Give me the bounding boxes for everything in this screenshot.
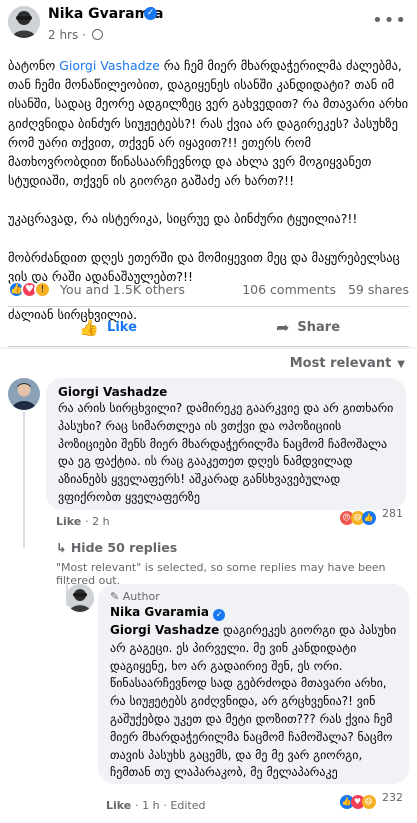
chevron-down-icon: ▼ xyxy=(397,359,405,370)
post-paragraph: უკაცრავად, რა ისტერიკა, სიცრუე და ბინძურ… xyxy=(8,211,358,227)
like-label: Like xyxy=(107,319,137,335)
author-badge-icon: ✎ xyxy=(110,590,120,603)
comments-count[interactable]: 106 comments xyxy=(242,282,336,297)
reply-reactions[interactable]: 👍 ♥ 😄 232 xyxy=(339,791,403,809)
haha-reaction-icon: 😄 xyxy=(361,795,376,809)
reply-reaction-count: 232 xyxy=(382,791,403,804)
post-paragraph: ბატონო Giorgi Vashadze რა ჩემ მიერ მხარდ… xyxy=(8,56,413,190)
more-icon[interactable]: ••• xyxy=(372,10,407,31)
thread-line xyxy=(23,412,25,548)
post-text: ბატონო xyxy=(8,58,60,73)
reply-arrow-icon: ↳ xyxy=(56,540,67,555)
post-meta: 2 hrs · xyxy=(48,28,103,42)
verified-icon: ✓ xyxy=(213,609,226,621)
comment-time[interactable]: 2 h xyxy=(92,515,109,528)
author-badge-label: Author xyxy=(122,590,160,603)
reply-time[interactable]: 1 h xyxy=(142,799,159,812)
verified-icon: ✓ xyxy=(144,7,157,20)
reply-bubble: ✎ Author Nika Gvaramia ✓ Giorgi Vashadze… xyxy=(98,584,409,784)
hide-replies-button[interactable]: ↳ Hide 50 replies xyxy=(56,540,177,555)
comment-meta: Like · 2 h xyxy=(56,515,110,528)
shares-count[interactable]: 59 shares xyxy=(348,282,409,297)
reply-body: დაგირეკეს გიორგი და პასუხი არ გაგეცი. ეს… xyxy=(110,623,397,780)
reactors-count[interactable]: You and 1.5K others xyxy=(60,282,185,297)
engagement-counts: 106 comments 59 shares xyxy=(242,282,409,297)
comment-text: რა არის სირცხვილი? დამირეკე გაარკვიე და … xyxy=(58,401,394,504)
comment-reaction-count: 281 xyxy=(382,507,403,520)
reply-edited[interactable]: Edited xyxy=(170,799,205,812)
share-icon: ➦ xyxy=(275,317,290,337)
section-gap xyxy=(0,347,417,349)
post-text: რა ჩემ მიერ მხარდაჭერილმა ძალებმა, თან ჩ… xyxy=(8,58,409,189)
mention-link[interactable]: Giorgi Vashadze xyxy=(59,58,160,73)
globe-icon xyxy=(91,29,103,40)
post-header: Nika Gvaramia ✓ 2 hrs · ••• xyxy=(0,0,417,52)
reply-like-link[interactable]: Like xyxy=(106,799,131,812)
comment-bubble: Giorgi Vashadze რა არის სირცხვილი? დამირ… xyxy=(46,378,406,510)
hide-replies-label: Hide 50 replies xyxy=(70,540,178,555)
reply-text: Giorgi Vashadze დაგირეკეს გიორგი და პასუ… xyxy=(110,622,399,782)
comment-sort-dropdown[interactable]: Most relevant ▼ xyxy=(290,356,405,371)
post-actions: 👍 Like ➦ Share xyxy=(8,310,409,344)
comment-author[interactable]: Giorgi Vashadze xyxy=(58,385,396,399)
reply-author-name[interactable]: Nika Gvaramia xyxy=(110,605,209,619)
share-button[interactable]: ➦ Share xyxy=(208,310,408,344)
wow-reaction-icon[interactable]: ! xyxy=(34,281,51,298)
post-time[interactable]: 2 hrs xyxy=(48,28,78,42)
reply-author: Nika Gvaramia ✓ xyxy=(110,605,399,621)
like-reaction-icon: 👍 xyxy=(361,511,376,525)
comment-reactions[interactable]: 😠 😄 👍 281 xyxy=(339,507,403,525)
comment-like-link[interactable]: Like xyxy=(56,515,81,528)
reply-meta: Like · 1 h · Edited xyxy=(106,799,206,812)
share-label: Share xyxy=(297,319,341,335)
like-button[interactable]: 👍 Like xyxy=(8,310,208,344)
sort-label: Most relevant xyxy=(289,356,392,371)
divider xyxy=(8,306,409,307)
commenter-avatar[interactable] xyxy=(8,378,40,410)
author-avatar[interactable] xyxy=(8,6,40,38)
author-badge: ✎ Author xyxy=(110,590,399,603)
reply-author-avatar[interactable] xyxy=(66,584,94,612)
reactions-summary: 👍 ♥ ! You and 1.5K others 106 comments 59… xyxy=(8,280,409,300)
like-icon: 👍 xyxy=(79,317,100,337)
reply-mention[interactable]: Giorgi Vashadze xyxy=(110,623,219,637)
